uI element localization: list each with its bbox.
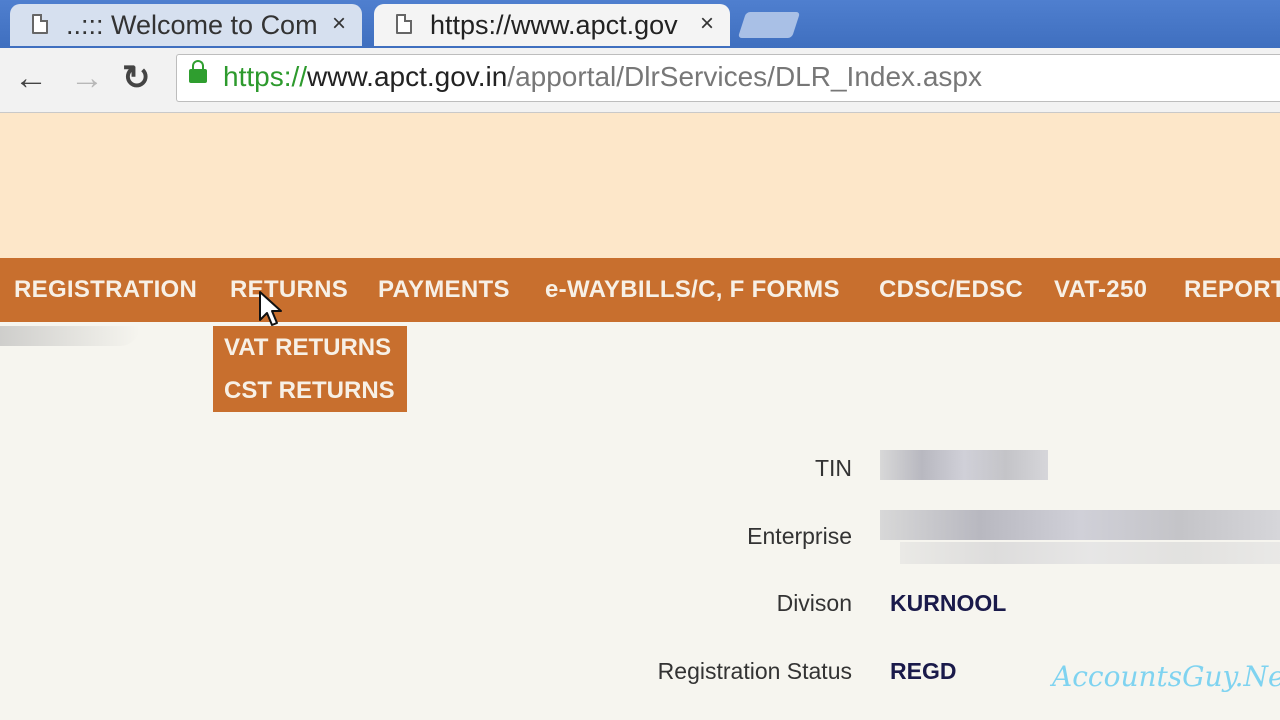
tab-apct[interactable]: https://www.apct.gov × <box>374 4 730 46</box>
menu-ewaybills[interactable]: e-WAYBILLS/C, F FORMS <box>545 276 840 304</box>
tab-welcome[interactable]: ..::: Welcome to Com × <box>10 4 362 46</box>
url-path: /apportal/DlrServices/DLR_Index.aspx <box>507 61 982 92</box>
close-icon[interactable]: × <box>700 10 714 38</box>
tab-title: ..::: Welcome to Com <box>66 10 318 40</box>
enterprise-value-redacted <box>880 510 1280 540</box>
forward-arrow-icon[interactable]: → <box>70 60 104 96</box>
main-menu: REGISTRATION RETURNS PAYMENTS e-WAYBILLS… <box>0 258 1280 322</box>
page-icon <box>396 14 412 34</box>
mouse-pointer-icon <box>258 290 284 333</box>
lock-icon <box>189 60 207 83</box>
menu-report[interactable]: REPORT <box>1184 276 1280 304</box>
tab-title: https://www.apct.gov <box>430 10 678 40</box>
returns-dropdown: VAT RETURNS CST RETURNS <box>213 326 407 412</box>
menu-cdsc-edsc[interactable]: CDSC/EDSC <box>879 276 1023 304</box>
url-host: www.apct.gov.in <box>307 61 508 92</box>
tin-value-redacted <box>880 450 1048 480</box>
new-tab-button[interactable] <box>737 12 801 38</box>
registration-status-value: REGD <box>890 658 957 684</box>
close-icon[interactable]: × <box>332 10 346 38</box>
dropdown-vat-returns[interactable]: VAT RETURNS <box>224 334 391 362</box>
browser-toolbar: ← → ↻ https://www.apct.gov.in/apportal/D… <box>0 48 1280 113</box>
menu-returns[interactable]: RETURNS <box>230 276 348 304</box>
division-value: KURNOOL <box>890 590 1007 616</box>
watermark: AccountsGuy.Net <box>1052 660 1280 693</box>
registration-status-label: Registration Status <box>657 658 852 684</box>
url-text[interactable]: https://www.apct.gov.in/apportal/DlrServ… <box>223 61 982 93</box>
enterprise-label: Enterprise <box>747 523 852 549</box>
tin-label: TIN <box>814 455 852 481</box>
back-arrow-icon[interactable]: ← <box>14 60 48 96</box>
reload-icon[interactable]: ↻ <box>122 60 151 96</box>
menu-payments[interactable]: PAYMENTS <box>378 276 510 304</box>
menu-shadow <box>0 326 140 346</box>
site-banner <box>0 113 1280 258</box>
division-label: Divison <box>776 590 852 616</box>
page-icon <box>32 14 48 34</box>
enterprise-value-redacted-line2 <box>900 542 1280 564</box>
url-scheme: https:// <box>223 61 308 92</box>
dropdown-cst-returns[interactable]: CST RETURNS <box>224 377 395 405</box>
tab-strip: ..::: Welcome to Com × https://www.apct.… <box>0 0 1280 48</box>
menu-vat-250[interactable]: VAT-250 <box>1054 276 1147 304</box>
menu-registration[interactable]: REGISTRATION <box>14 276 197 304</box>
address-bar[interactable]: https://www.apct.gov.in/apportal/DlrServ… <box>176 54 1280 102</box>
